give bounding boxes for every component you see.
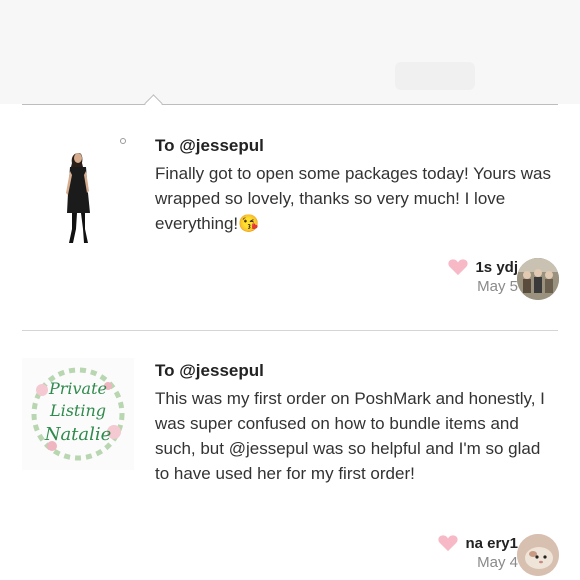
review-author[interactable]: na ery1 <box>437 534 518 552</box>
pet-photo-icon <box>517 534 559 576</box>
group-photo-icon <box>517 258 559 300</box>
review-author[interactable]: 1s ydj <box>447 258 518 276</box>
listing-thumbnail-dress[interactable] <box>22 133 134 245</box>
review-message: Finally got to open some packages today!… <box>155 164 551 233</box>
review-recipient[interactable]: To @jessepul <box>155 136 264 156</box>
floral-wreath-icon: Private Listing Natalie <box>22 358 134 470</box>
review-date: May 4 <box>477 554 518 571</box>
review-message: This was my first order on PoshMark and … <box>155 389 545 483</box>
dress-photo-icon <box>22 133 134 245</box>
review-footer: 1s ydj May 5 <box>447 258 518 295</box>
avatar[interactable] <box>517 534 559 576</box>
author-username[interactable]: na ery1 <box>465 535 518 552</box>
review-date: May 5 <box>477 278 518 295</box>
wreath-text-line1: Private <box>48 379 107 398</box>
top-divider <box>22 104 558 105</box>
top-area <box>0 0 580 104</box>
avatar[interactable] <box>517 258 559 300</box>
heart-icon <box>438 535 459 552</box>
review-footer: na ery1 May 4 <box>437 534 518 571</box>
heart-icon <box>448 259 469 276</box>
wreath-text-line2: Listing <box>49 401 106 420</box>
review-divider <box>22 330 558 331</box>
listing-thumbnail-private-listing[interactable]: Private Listing Natalie <box>22 358 134 470</box>
author-username[interactable]: 1s ydj <box>475 259 518 276</box>
review-recipient[interactable]: To @jessepul <box>155 361 264 381</box>
faded-top-element <box>395 62 475 90</box>
wreath-text-line3: Natalie <box>44 424 112 445</box>
